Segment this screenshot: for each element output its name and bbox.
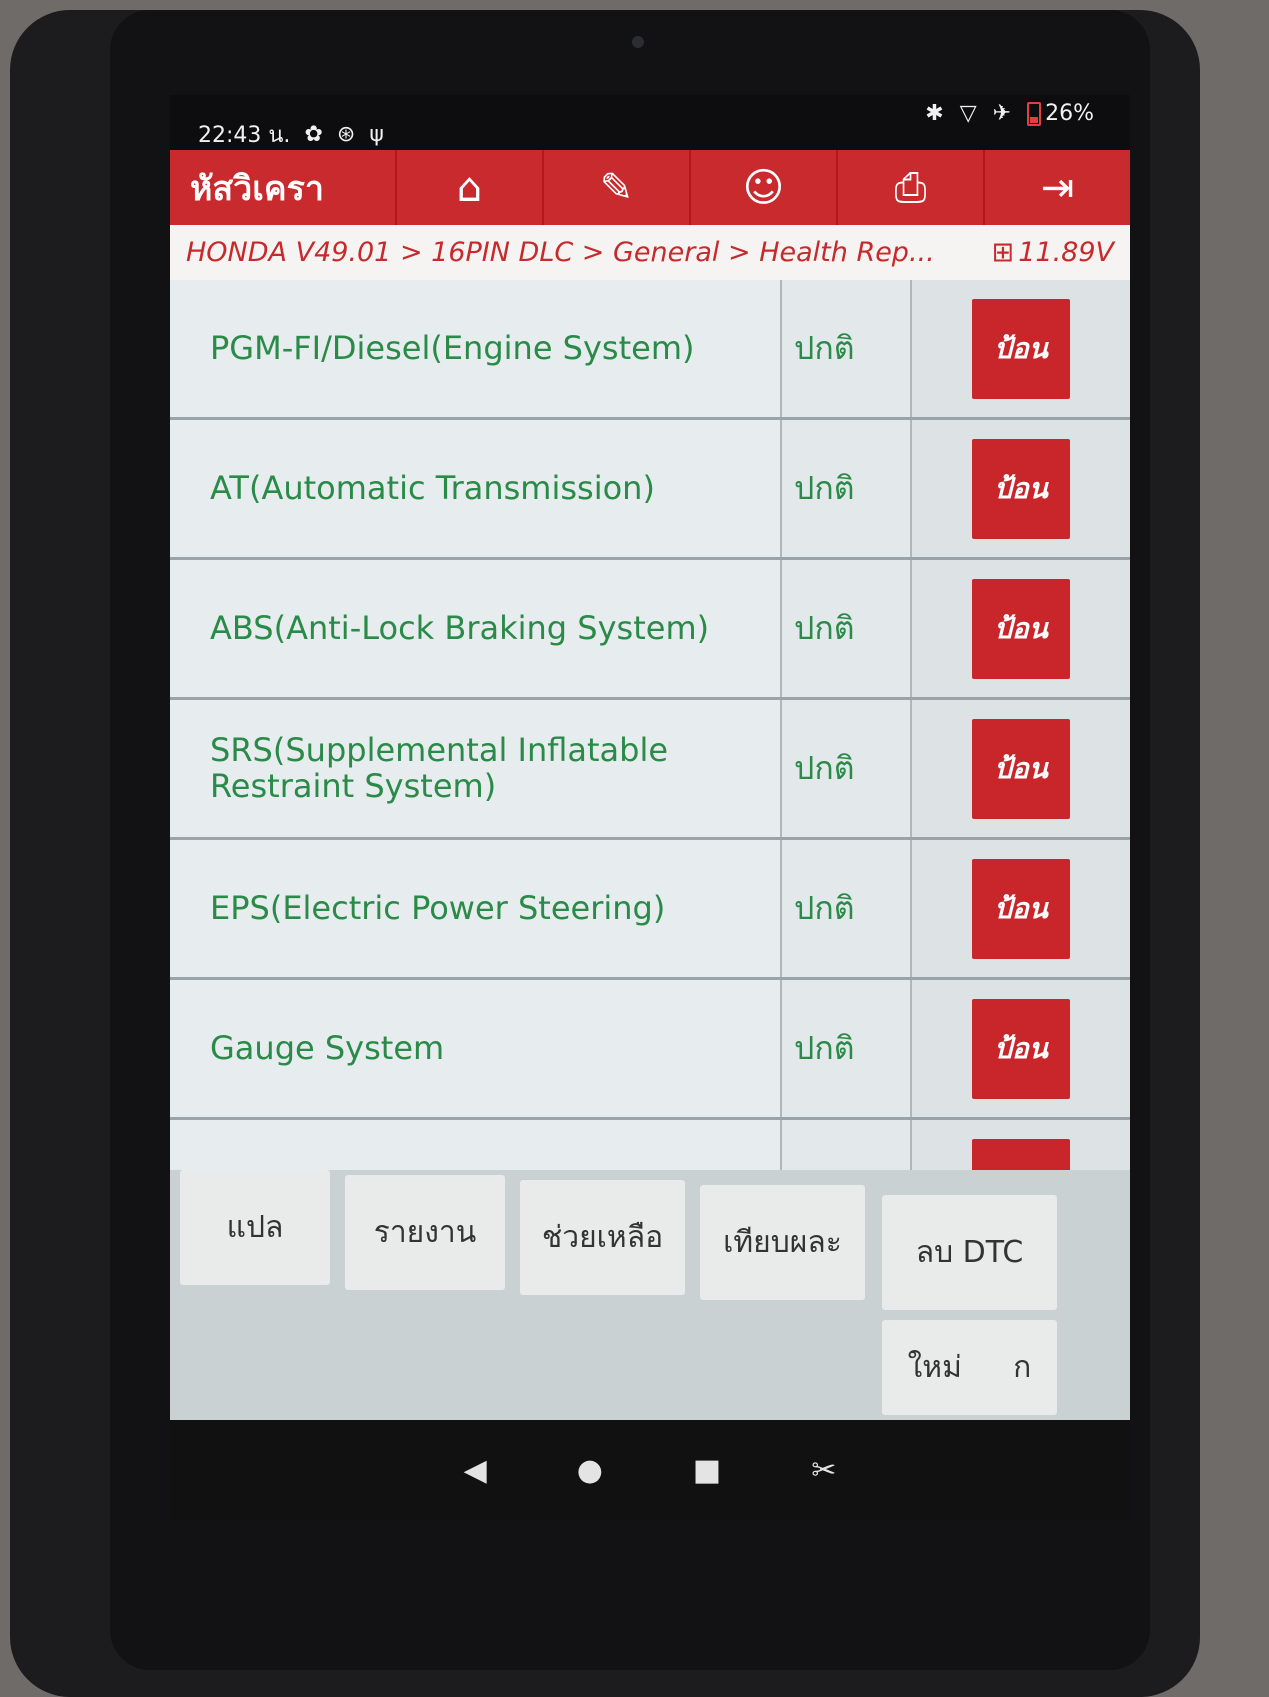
table-row: SRS(Supplemental Inflatable Restraint Sy… <box>170 700 1130 840</box>
edit-icon: ✎ <box>599 164 634 211</box>
battery-icon <box>1027 101 1042 126</box>
status-time: 22:43 น. <box>198 123 291 148</box>
system-name: EPS(Electric Power Steering) <box>170 840 782 977</box>
table-row: ABS(Anti-Lock Braking System) ปกติ ป้อน <box>170 560 1130 700</box>
voltage-value: 11.89V <box>1018 237 1114 268</box>
bluetooth-icon: ✱ <box>925 101 944 126</box>
battery-voltage-icon: ⊞ <box>991 237 1015 268</box>
wifi-icon: ▽ <box>959 101 977 126</box>
enter-button[interactable]: ป้อน <box>972 718 1070 819</box>
system-status: ปกติ <box>782 840 912 977</box>
printer-icon: ⎙ <box>894 164 927 211</box>
breadcrumb-path: HONDA V49.01 > 16PIN DLC > General > Hea… <box>186 237 935 268</box>
system-name: Gauge System <box>170 980 782 1117</box>
system-status: ปกติ <box>782 560 912 697</box>
exit-icon: ⇥ <box>1040 164 1075 211</box>
screenshot-icon[interactable]: ✂ <box>811 1453 836 1488</box>
clear-dtc-button[interactable]: ลบ DTC <box>882 1195 1057 1310</box>
new-button-suffix: ก <box>1013 1350 1032 1385</box>
enter-button[interactable]: ป้อน <box>972 438 1070 539</box>
report-button[interactable]: รายงาน <box>345 1175 505 1290</box>
system-status: ปกติ <box>782 700 912 837</box>
back-icon[interactable]: ◀ <box>464 1453 487 1488</box>
new-button[interactable]: ใหม่ ก <box>882 1320 1057 1415</box>
system-status: ปกติ <box>782 980 912 1117</box>
recents-icon[interactable]: ■ <box>693 1453 721 1488</box>
status-bar: 22:43 น. ✿ ⊛ ψ ✱ ▽ ✈ 26% <box>170 95 1130 150</box>
exit-button[interactable]: ⇥ <box>983 150 1130 225</box>
system-status: ปกติ <box>782 420 912 557</box>
compare-button[interactable]: เทียบผละ <box>700 1185 865 1300</box>
battery-percent: 26% <box>1045 101 1094 126</box>
battery-status: 26% <box>1027 101 1094 126</box>
table-row: AT(Automatic Transmission) ปกติ ป้อน <box>170 420 1130 560</box>
breadcrumb: HONDA V49.01 > 16PIN DLC > General > Hea… <box>170 225 1130 280</box>
edit-button[interactable]: ✎ <box>542 150 689 225</box>
home-nav-icon[interactable]: ● <box>577 1453 603 1488</box>
enter-button[interactable]: ป้อน <box>972 298 1070 399</box>
home-button[interactable]: ⌂ <box>395 150 542 225</box>
system-name: AT(Automatic Transmission) <box>170 420 782 557</box>
system-name: SRS(Supplemental Inflatable Restraint Sy… <box>170 700 782 837</box>
top-toolbar: หัสวิเครา ⌂ ✎ ☺ ⎙ ⇥ <box>170 150 1130 225</box>
enter-button[interactable]: ป้อน <box>972 578 1070 679</box>
user-support-icon: ☺ <box>742 164 785 211</box>
system-nav-bar: ◀ ● ■ ✂ <box>170 1420 1130 1520</box>
support-button[interactable]: ☺ <box>689 150 836 225</box>
new-button-label: ใหม่ <box>907 1350 962 1385</box>
table-row: PGM-FI/Diesel(Engine System) ปกติ ป้อน <box>170 280 1130 420</box>
system-table: PGM-FI/Diesel(Engine System) ปกติ ป้อน A… <box>170 280 1130 1240</box>
gear-icon: ✿ <box>304 122 323 147</box>
system-name: PGM-FI/Diesel(Engine System) <box>170 280 782 417</box>
translate-button[interactable]: แปล <box>180 1170 330 1285</box>
stethoscope-icon: ψ <box>369 122 384 147</box>
accessibility-icon: ⊛ <box>336 122 356 147</box>
airplane-icon: ✈ <box>992 101 1012 126</box>
home-icon: ⌂ <box>456 164 483 211</box>
enter-button[interactable]: ป้อน <box>972 858 1070 959</box>
screen: 22:43 น. ✿ ⊛ ψ ✱ ▽ ✈ 26% หัสวิเครา ⌂ ✎ ☺… <box>170 95 1130 1520</box>
system-status: ปกติ <box>782 280 912 417</box>
table-row: Gauge System ปกติ ป้อน <box>170 980 1130 1120</box>
system-name: ABS(Anti-Lock Braking System) <box>170 560 782 697</box>
bottom-action-bar: แปล รายงาน ช่วยเหลือ เทียบผละ ลบ DTC ใหม… <box>170 1170 1130 1420</box>
enter-button[interactable]: ป้อน <box>972 998 1070 1099</box>
screen-title: หัสวิเครา <box>190 168 324 209</box>
voltage-readout: ⊞ 11.89V <box>992 237 1114 268</box>
camera-icon <box>632 36 644 48</box>
help-button[interactable]: ช่วยเหลือ <box>520 1180 685 1295</box>
print-button[interactable]: ⎙ <box>836 150 983 225</box>
table-row: EPS(Electric Power Steering) ปกติ ป้อน <box>170 840 1130 980</box>
